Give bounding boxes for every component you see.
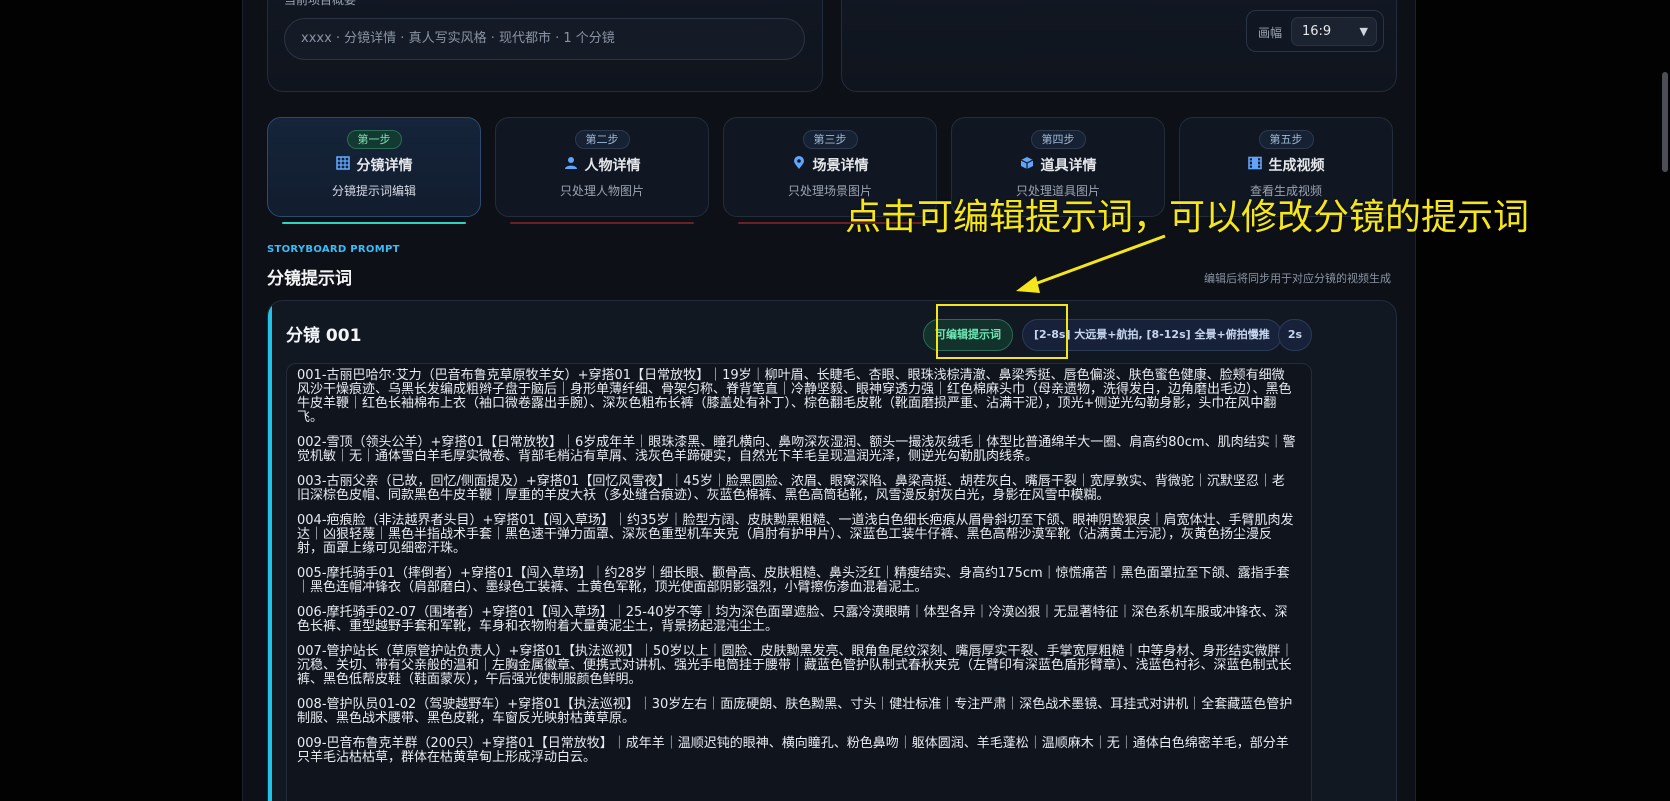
annotation-arrow-icon — [1016, 234, 1166, 293]
annotation-text: 点击可编辑提示词，可以修改分镜的提示词 — [845, 197, 1530, 238]
